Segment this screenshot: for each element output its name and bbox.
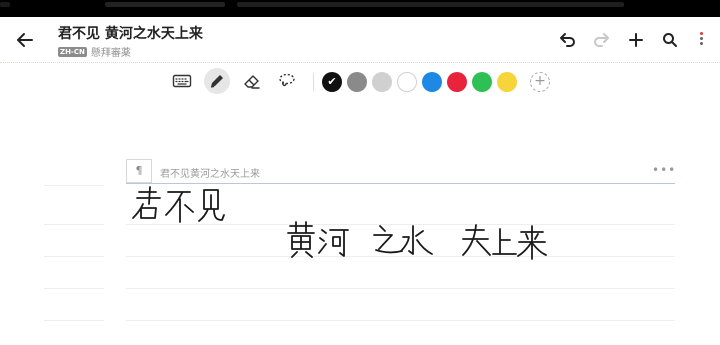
pen-tool[interactable]	[204, 68, 230, 94]
handwriting-ink	[132, 186, 547, 260]
checkmark-icon: ✔	[327, 75, 337, 88]
color-swatch-dark-gray[interactable]	[347, 72, 367, 92]
strip-segment	[237, 2, 624, 7]
undo-button[interactable]	[556, 29, 578, 51]
app-header: 君不见 黄河之水天上来 ZH-CN 懸拜審薬	[0, 17, 720, 62]
add-color-button[interactable]: +	[530, 72, 550, 92]
menu-dot-icon	[699, 37, 703, 40]
keyboard-tool[interactable]	[169, 68, 195, 94]
redo-icon	[594, 33, 609, 47]
notification-dot-icon	[699, 32, 703, 35]
undo-icon	[560, 33, 575, 47]
toolbar-divider	[313, 73, 314, 91]
lasso-icon	[279, 73, 295, 87]
note-canvas[interactable]: ¶ 君不见黄河之水天上来 •••	[0, 101, 720, 345]
search-icon	[663, 33, 677, 47]
search-button[interactable]	[659, 29, 681, 51]
pen-icon	[210, 75, 223, 88]
pen-toolbar: ✔ +	[0, 62, 720, 102]
strip-segment	[0, 2, 10, 7]
menu-dot-icon	[699, 42, 703, 45]
note-title: 君不见 黄河之水天上来	[58, 26, 203, 42]
color-swatch-yellow[interactable]	[497, 72, 517, 92]
add-button[interactable]	[625, 29, 647, 51]
color-swatch-blue[interactable]	[422, 72, 442, 92]
color-swatch-red[interactable]	[447, 72, 467, 92]
plus-icon	[629, 33, 643, 47]
color-swatch-black[interactable]: ✔	[322, 72, 342, 92]
eraser-icon	[244, 75, 260, 89]
note-subtitle: 懸拜審薬	[90, 48, 131, 59]
lasso-tool[interactable]	[274, 68, 300, 94]
back-arrow-icon	[17, 33, 33, 47]
overflow-menu-button[interactable]	[698, 32, 704, 50]
color-swatch-light-gray[interactable]	[372, 72, 392, 92]
redo-button[interactable]	[591, 29, 613, 51]
top-strip	[0, 0, 720, 17]
color-swatch-green[interactable]	[472, 72, 492, 92]
color-swatch-white[interactable]	[397, 72, 417, 92]
keyboard-icon	[172, 74, 192, 88]
language-badge: ZH-CN	[58, 46, 87, 57]
note-meta: ZH-CN 懸拜審薬	[58, 44, 131, 59]
strip-segment	[105, 2, 225, 7]
back-button[interactable]	[12, 27, 38, 53]
eraser-tool[interactable]	[239, 68, 265, 94]
